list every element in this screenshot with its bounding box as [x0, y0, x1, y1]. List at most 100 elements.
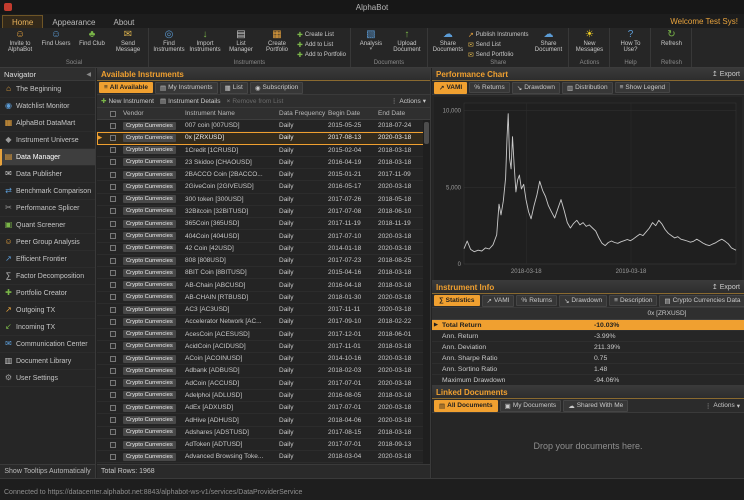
row-checkbox[interactable] [110, 134, 116, 141]
toolbar-button-remove-from-list[interactable]: × Remove from List [227, 97, 284, 105]
ribbon-button-list-manager[interactable]: ▤ List Manager [223, 29, 259, 54]
sidebar-item-watchlist-monitor[interactable]: ◉ Watchlist Monitor [0, 98, 95, 115]
table-row-23-skidoo-chaousd[interactable]: Crypto Currencies 23 Skidoo [CHAOUSD] Da… [97, 157, 430, 170]
tab-drawdown[interactable]: ↘ Drawdown [511, 81, 560, 94]
sidebar-item-performance-splicer[interactable]: ✂ Performance Splicer [0, 200, 95, 217]
table-row-0x-zrxusd[interactable]: ▶ Crypto Currencies 0x [ZRXUSD] Daily 20… [97, 132, 430, 145]
table-row-2bacco-coin-2bacco[interactable]: Crypto Currencies 2BACCO Coin [2BACCO...… [97, 169, 430, 182]
row-checkbox[interactable] [110, 171, 116, 178]
sidebar-item-communication-center[interactable]: ✉ Communication Center [0, 336, 95, 353]
sidebar-item-data-publisher[interactable]: ✉ Data Publisher [0, 166, 95, 183]
tab-shared-with-me[interactable]: ☁ Shared With Me [563, 399, 629, 412]
table-row-365coin-365usd[interactable]: Crypto Currencies 365Coin [365USD] Daily… [97, 218, 430, 231]
tab-my-documents[interactable]: ▣ My Documents [499, 399, 562, 412]
documents-drop-zone[interactable]: Drop your documents here. [432, 413, 744, 478]
column-header-end-date[interactable]: End Date [376, 110, 424, 117]
row-checkbox[interactable] [110, 331, 116, 338]
table-row-adshares-adstusd[interactable]: Crypto Currencies Adshares [ADSTUSD] Dai… [97, 427, 430, 439]
stat-row-ann-return[interactable]: Ann. Return -3.99% [432, 331, 744, 342]
table-row-acoin-acoinusd[interactable]: Crypto Currencies ACoin [ACOINUSD] Daily… [97, 353, 430, 366]
ribbon-button-add-to-portfolio[interactable]: ✚ Add to Portfolio [295, 50, 348, 60]
vertical-scrollbar[interactable] [423, 120, 430, 464]
table-row-42-coin-42usd[interactable]: Crypto Currencies 42 Coin [42USD] Daily … [97, 243, 430, 255]
row-checkbox[interactable] [110, 404, 116, 411]
chart-export-button[interactable]: ↥ Export [712, 70, 740, 79]
ribbon-button-import-instruments[interactable]: ↓ Import Instruments [187, 29, 223, 54]
sidebar-item-user-settings[interactable]: ⚙ User Settings [0, 370, 95, 387]
tab-subscription[interactable]: ◉ Subscription [249, 81, 304, 94]
tab-distribution[interactable]: ▥ Distribution [561, 81, 613, 94]
ribbon-button-refresh[interactable]: ↻ Refresh [653, 29, 689, 48]
show-tooltips-button[interactable]: Show Tooltips Automatically [0, 464, 95, 478]
table-row-ab-chain-rtbusd[interactable]: Crypto Currencies AB-CHAIN [RTBUSD] Dail… [97, 292, 430, 304]
ribbon-button-find-instruments[interactable]: ◎ Find Instruments [151, 29, 187, 54]
tab-vami[interactable]: ↗ VAMI [481, 294, 515, 307]
column-header-begin-date[interactable]: Begin Date [326, 110, 376, 117]
table-row-32bitcoin-32bitusd[interactable]: Crypto Currencies 32Bitcoin [32BITUSD] D… [97, 206, 430, 219]
row-checkbox[interactable] [110, 269, 116, 276]
tab-list[interactable]: ▦ List [219, 81, 248, 94]
row-checkbox[interactable] [110, 257, 116, 264]
table-row-300-token-300usd[interactable]: Crypto Currencies 300 token [300USD] Dai… [97, 194, 430, 206]
sidebar-item-benchmark-comparison[interactable]: ⇄ Benchmark Comparison [0, 183, 95, 200]
row-checkbox[interactable] [110, 220, 116, 227]
tab-drawdown[interactable]: ↘ Drawdown [558, 294, 608, 307]
tab-all-documents[interactable]: ▤ All Documents [434, 399, 498, 412]
row-checkbox[interactable] [110, 196, 116, 203]
table-row-8bit-coin-8bitusd[interactable]: Crypto Currencies 8BIT Coin [8BITUSD] Da… [97, 267, 430, 280]
row-checkbox[interactable] [110, 183, 116, 190]
ribbon-button-add-to-list[interactable]: ✚ Add to List [295, 40, 348, 50]
sidebar-item-incoming-tx[interactable]: ↙ Incoming TX [0, 319, 95, 336]
tab-description[interactable]: ≡ Description [609, 295, 658, 306]
tab-returns[interactable]: % Returns [516, 295, 557, 306]
sidebar-item-instrument-universe[interactable]: ◆ Instrument Universe [0, 132, 95, 149]
actions-menu-button[interactable]: ⋮ Actions ▾ [391, 97, 426, 106]
info-export-button[interactable]: ↥ Export [712, 283, 740, 292]
tab-statistics[interactable]: ∑ Statistics [434, 295, 480, 306]
stat-row-ann-deviation[interactable]: Ann. Deviation 211.39% [432, 342, 744, 353]
table-row-ac3-ac3usd[interactable]: Crypto Currencies AC3 [AC3USD] Daily 201… [97, 304, 430, 317]
ribbon-button-find-users[interactable]: ☺ Find Users [38, 29, 74, 48]
row-checkbox[interactable] [110, 245, 116, 252]
ribbon-button-how-to-use[interactable]: ? How To Use? [612, 29, 648, 54]
table-row-accelerator-network-ac[interactable]: Crypto Currencies Accelerator Network [A… [97, 316, 430, 329]
row-checkbox[interactable] [110, 294, 116, 301]
stat-row-total-return[interactable]: ▶ Total Return -10.03% [432, 320, 744, 331]
ribbon-button-send-portfolio[interactable]: ✉ Send Portfolio [466, 50, 531, 60]
sidebar-item-portfolio-creator[interactable]: ✚ Portfolio Creator [0, 285, 95, 302]
row-checkbox[interactable] [110, 159, 116, 166]
stat-row-ann-sharpe-ratio[interactable]: Ann. Sharpe Ratio 0.75 [432, 353, 744, 364]
row-checkbox[interactable] [110, 380, 116, 387]
ribbon-button-new-messages[interactable]: ☀ New Messages [571, 29, 607, 54]
sidebar-item-efficient-frontier[interactable]: ↗ Efficient Frontier [0, 251, 95, 268]
scrollbar-thumb[interactable] [424, 122, 429, 144]
table-row-adhive-adhusd[interactable]: Crypto Currencies AdHive [ADHUSD] Daily … [97, 414, 430, 427]
ribbon-button-create-portfolio[interactable]: ▦ Create Portfolio [259, 29, 295, 54]
row-checkbox[interactable] [110, 453, 116, 460]
tab-all-available[interactable]: ≡ All Available [99, 82, 153, 93]
column-header-instrument-name[interactable]: Instrument Name [183, 110, 277, 117]
ribbon-button-create-list[interactable]: ✚ Create List [295, 30, 348, 40]
ribbon-button-send-message[interactable]: ✉ Send Message [110, 29, 146, 54]
row-checkbox[interactable] [110, 355, 116, 362]
column-header-vendor[interactable]: Vendor [121, 110, 183, 117]
ribbon-button-send-list[interactable]: ✉ Send List [466, 40, 531, 50]
row-checkbox[interactable] [110, 417, 116, 423]
tab-crypto-currencies-data[interactable]: ▤ Crypto Currencies Data [659, 294, 744, 307]
table-row-acidcoin-acidusd[interactable]: Crypto Currencies AcidCoin [ACIDUSD] Dai… [97, 341, 430, 354]
row-checkbox[interactable] [110, 441, 116, 448]
row-checkbox[interactable] [110, 429, 116, 436]
table-row-acescoin-acesusd[interactable]: Crypto Currencies AcesCoin [ACESUSD] Dai… [97, 329, 430, 341]
collapse-sidebar-icon[interactable]: ◀ [86, 71, 91, 78]
ribbon-tab-appearance[interactable]: Appearance [43, 16, 104, 28]
row-checkbox[interactable] [110, 318, 116, 325]
ribbon-button-share-document[interactable]: ☁ Share Document [530, 29, 566, 54]
table-row-adtoken-adtusd[interactable]: Crypto Currencies AdToken [ADTUSD] Daily… [97, 439, 430, 452]
ribbon-button-publish-instruments[interactable]: ↗ Publish Instruments [466, 30, 531, 40]
row-checkbox[interactable] [110, 367, 116, 374]
tab-returns[interactable]: % Returns [469, 82, 510, 93]
ribbon-button-invite-to-alphabot[interactable]: ☺ Invite to AlphaBot [2, 29, 38, 54]
sidebar-item-the-beginning[interactable]: ⌂ The Beginning [0, 81, 95, 98]
stat-row-maximum-drawdown[interactable]: Maximum Drawdown -94.06% [432, 375, 744, 385]
ribbon-button-upload-document[interactable]: ↑ Upload Document [389, 29, 425, 54]
